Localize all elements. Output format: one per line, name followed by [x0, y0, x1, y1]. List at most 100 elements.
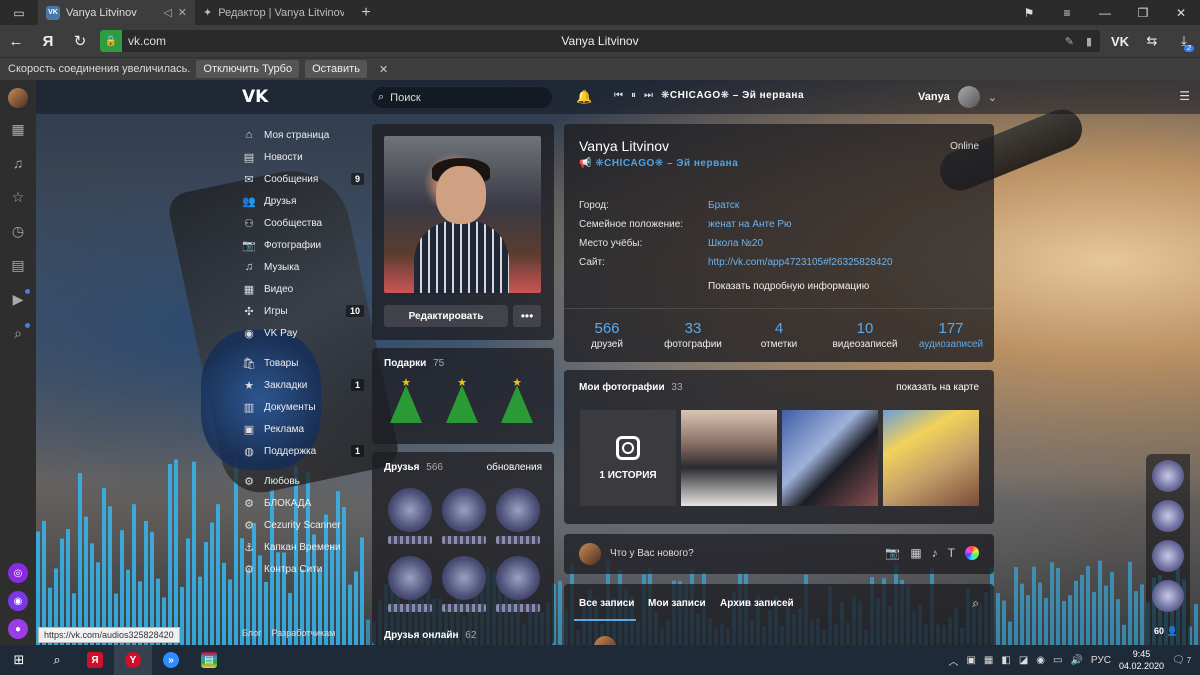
bell-icon[interactable]: 🔔	[576, 89, 592, 105]
contact-avatar[interactable]	[1152, 500, 1184, 532]
action-center-icon[interactable]: 🗨 7	[1172, 655, 1192, 666]
friend-name[interactable]	[388, 536, 432, 544]
avatar[interactable]	[8, 88, 28, 108]
contact-avatar[interactable]	[1152, 460, 1184, 492]
next-track-icon[interactable]: ⏭	[644, 90, 653, 101]
bookmarks-icon[interactable]: ⚑	[1010, 0, 1048, 25]
stat-counter[interactable]: 10 видеозаписей	[826, 320, 904, 350]
photo-thumbnail[interactable]	[782, 410, 878, 506]
close-window-button[interactable]: ✕	[1162, 0, 1200, 25]
user-menu[interactable]: Vanya ⌄	[918, 86, 997, 108]
input-language[interactable]: РУС	[1091, 655, 1111, 666]
back-button[interactable]: ←	[0, 25, 32, 57]
menu-item[interactable]: ✉ Сообщения 9	[242, 168, 364, 190]
friend-name[interactable]	[442, 536, 486, 544]
zoom-app-icon[interactable]: »	[152, 645, 190, 675]
tab-vk-profile[interactable]: VK Vanya Litvinov ◁ ✕	[38, 0, 195, 25]
friend-avatar[interactable]	[496, 488, 540, 532]
tray-app-icon[interactable]: ◪	[1019, 655, 1028, 666]
info-value-link[interactable]: http://vk.com/app4723105#f26325828420	[708, 257, 893, 268]
online-contacts-count[interactable]: 60 👤	[1154, 626, 1178, 637]
downloads-icon[interactable]: ⤓ 2	[1168, 25, 1200, 57]
camera-icon[interactable]: 📷	[885, 546, 900, 560]
friends-online-header[interactable]: Друзья онлайн 62	[384, 630, 476, 641]
apps-grid-icon[interactable]: ▦	[0, 112, 36, 146]
photos-header[interactable]: Мои фотографии 33	[579, 382, 683, 393]
friend-name[interactable]	[496, 536, 540, 544]
gift-tree-icon[interactable]: ★	[386, 377, 426, 428]
protect-icon[interactable]: ✎	[1065, 35, 1074, 48]
yandex-browser-icon[interactable]: Y	[114, 645, 152, 675]
sidebar-toggle-icon[interactable]: ▭	[0, 0, 38, 25]
bookmark-icon[interactable]: ▮	[1086, 35, 1092, 48]
settings-sliders-icon[interactable]: ☰	[1179, 89, 1190, 103]
menu-item[interactable]: ⚓ Капкан Времени	[242, 536, 364, 558]
search-page-icon[interactable]: ⌕	[0, 316, 36, 350]
menu-item[interactable]: ⌂ Моя страница	[242, 124, 364, 146]
pause-icon[interactable]: ⏸	[631, 90, 636, 101]
close-icon[interactable]: ✕	[379, 63, 388, 76]
tray-app-icon[interactable]: ▦	[984, 655, 993, 666]
menu-item[interactable]: 🛍 Товары	[242, 352, 364, 374]
menu-icon[interactable]: ≡	[1048, 0, 1086, 25]
close-tab-icon[interactable]: ✕	[178, 6, 187, 19]
collections-icon[interactable]: ▤	[0, 248, 36, 282]
edit-profile-button[interactable]: Редактировать	[384, 305, 508, 327]
show-on-map-link[interactable]: показать на карте	[896, 382, 979, 393]
menu-item[interactable]: ▣ Реклама	[242, 418, 364, 440]
compose-placeholder[interactable]: Что у Вас нового?	[610, 548, 694, 559]
winrar-icon[interactable]: ▤	[190, 645, 228, 675]
clock[interactable]: 9:45 04.02.2020	[1119, 648, 1164, 672]
gift-tree-icon[interactable]: ★	[497, 377, 537, 428]
menu-item[interactable]: ◉ VK Pay	[242, 322, 364, 344]
now-playing-title[interactable]: ❋CHICAGO❋ – Эй нервана	[661, 90, 804, 101]
stat-counter[interactable]: 177 аудиозаписей	[912, 320, 990, 350]
menu-item[interactable]: 📷 Фотографии	[242, 234, 364, 256]
history-clock-icon[interactable]: ◷	[0, 214, 36, 248]
speaker-icon[interactable]: ◁	[163, 6, 171, 19]
disable-turbo-button[interactable]: Отключить Турбо	[196, 60, 300, 78]
status-track[interactable]: 📢 ❋CHICAGO❋ – Эй нервана	[579, 158, 738, 169]
menu-item[interactable]: ⚙ Любовь	[242, 470, 364, 492]
friend-name[interactable]	[496, 604, 540, 612]
restore-button[interactable]: ❐	[1124, 0, 1162, 25]
search-icon[interactable]: ⌕	[38, 645, 76, 675]
story-tile[interactable]: 1 ИСТОРИЯ	[580, 410, 676, 506]
text-format-icon[interactable]: T	[948, 546, 955, 560]
info-value-link[interactable]: Школа №20	[708, 238, 763, 249]
menu-item[interactable]: ▥ Документы	[242, 396, 364, 418]
start-windows-icon[interactable]: ⊞	[0, 645, 38, 675]
alice-app-icon[interactable]: ◎	[8, 563, 28, 583]
friend-avatar[interactable]	[442, 488, 486, 532]
menu-item[interactable]: ♫ Музыка	[242, 256, 364, 278]
friend-avatar[interactable]	[442, 556, 486, 600]
show-more-info-link[interactable]: Показать подробную информацию	[708, 281, 869, 292]
yandex-app-icon[interactable]: Я	[76, 645, 114, 675]
url-field[interactable]: 🔒 vk.com Vanya Litvinov ✎ ▮	[100, 30, 1100, 52]
new-tab-button[interactable]: +	[352, 4, 380, 22]
search-icon[interactable]: ⌕	[972, 596, 979, 611]
menu-item[interactable]: ⚙ БЛОКАДА	[242, 492, 364, 514]
menu-item[interactable]: ▤ Новости	[242, 146, 364, 168]
color-palette-icon[interactable]	[965, 546, 979, 560]
lock-icon[interactable]: 🔒	[100, 30, 122, 52]
keep-button[interactable]: Оставить	[305, 60, 367, 78]
stat-counter[interactable]: 4 отметки	[740, 320, 818, 350]
profile-photo[interactable]	[384, 136, 541, 293]
tray-app-icon[interactable]: ▭	[1053, 655, 1062, 666]
alice-voice-icon[interactable]: ●	[8, 619, 28, 639]
menu-item[interactable]: ◍ Поддержка 1	[242, 440, 364, 462]
minimize-button[interactable]: —	[1086, 0, 1124, 25]
volume-icon[interactable]: 🔊	[1070, 655, 1082, 666]
compose-post-box[interactable]: Что у Вас нового? 📷 ▦ ♪ T	[564, 534, 994, 574]
stat-counter[interactable]: 33 фотографии	[654, 320, 732, 350]
yandex-button[interactable]: Я	[32, 25, 64, 57]
tab-archive[interactable]: Архив записей	[720, 598, 794, 609]
menu-item[interactable]: ⚙ Контра Сити	[242, 558, 364, 580]
search-input[interactable]: ⌕ Поиск	[372, 87, 552, 108]
photo-thumbnail[interactable]	[883, 410, 979, 506]
video-icon[interactable]: ▦	[910, 546, 921, 560]
menu-item[interactable]: ★ Закладки 1	[242, 374, 364, 396]
blog-link[interactable]: Блог	[242, 628, 261, 638]
favorites-star-icon[interactable]: ☆	[0, 180, 36, 214]
